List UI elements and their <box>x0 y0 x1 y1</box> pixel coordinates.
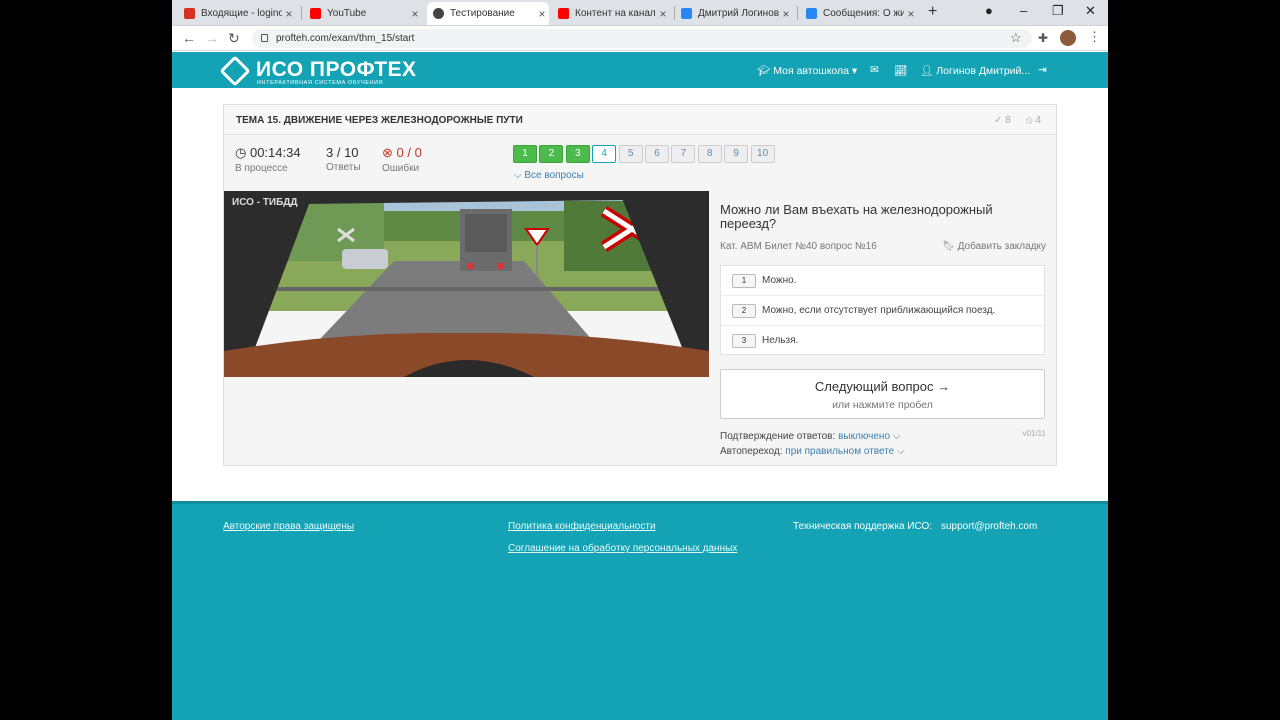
auto-advance-setting: Автопереход: при правильном ответе ⌵ <box>720 446 905 457</box>
extensions-icon[interactable]: ✚ <box>1038 31 1048 45</box>
mail-icon[interactable]: ✉ <box>870 64 879 76</box>
site-footer: Авторские права защищены Политика конфид… <box>172 501 1108 720</box>
topic-header: ТЕМА 15. ДВИЖЕНИЕ ЧЕРЕЗ ЖЕЛЕЗНОДОРОЖНЫЕ … <box>224 105 1056 135</box>
road-scene: ИСО - ТИБДД <box>224 191 709 377</box>
tab-messages[interactable]: Сообщения: О жиз × <box>800 2 918 25</box>
new-tab-button[interactable]: + <box>928 3 937 21</box>
school-menu[interactable]: 🎓︎ Моя автошкола ▾ <box>757 64 857 77</box>
question-nav-button-8[interactable]: 8 <box>697 145 722 163</box>
user-icon: 👤︎ <box>920 65 934 77</box>
browser-window: Входящие - loginov × YouTube × Тестировани… <box>172 0 1108 720</box>
gmail-icon <box>184 8 195 19</box>
vk-icon <box>681 8 692 19</box>
profteh-icon <box>433 8 444 19</box>
tab-gmail[interactable]: Входящие - loginov × <box>178 2 296 25</box>
site-header: ИСО ПРОФТЕХ ИНТЕРАКТИВНАЯ СИСТЕМА ОБУЧЕН… <box>172 52 1108 88</box>
question-nav-button-9[interactable]: 9 <box>724 145 749 163</box>
minimize-button[interactable]: – <box>1020 3 1027 18</box>
wrong-count: ⦸ 4 <box>1026 115 1041 126</box>
tab-bar: Входящие - loginov × YouTube × Тестировани… <box>172 0 1108 26</box>
version-label: v01/11 <box>1022 429 1046 438</box>
clock-icon: ◷ <box>235 145 247 160</box>
youtube-icon <box>558 8 569 19</box>
youtube-icon <box>310 8 321 19</box>
auto-advance-toggle[interactable]: при правильном ответе ⌵ <box>785 446 904 457</box>
question-nav-button-6[interactable]: 6 <box>645 145 669 163</box>
privacy-link[interactable]: Политика конфиденциальности <box>508 521 656 532</box>
address-bar: ← → ↻ profteh.com/exam/thm_15/start ☆ ✚ … <box>172 26 1108 51</box>
support-label: Техническая поддержка ИСО: <box>793 521 933 532</box>
close-icon[interactable]: × <box>904 7 918 21</box>
answer-list: 1 Можно. 2 Можно, если отсутствует приближ… <box>720 265 1045 355</box>
answers-stat: 3 / 10 Ответы <box>326 145 361 173</box>
answer-option-2[interactable]: 2 Можно, если отсутствует приближающийся … <box>721 296 1044 326</box>
question-nav-button-4[interactable]: 4 <box>592 145 617 163</box>
close-icon[interactable]: × <box>408 7 422 21</box>
question-nav-button-5[interactable]: 5 <box>618 145 643 163</box>
question-area: Можно ли Вам въехать на железнодорожный … <box>720 191 1056 465</box>
answer-option-3[interactable]: 3 Нельзя. <box>721 326 1044 356</box>
correct-count: ✓ 8 <box>994 115 1011 126</box>
question-text: Можно ли Вам въехать на железнодорожный … <box>720 202 993 231</box>
url-input[interactable]: profteh.com/exam/thm_15/start <box>252 29 1032 48</box>
close-icon[interactable]: × <box>656 7 670 21</box>
question-nav-button-3[interactable]: 3 <box>565 145 590 163</box>
agreement-link[interactable]: Соглашение на обработку персональных дан… <box>508 543 737 554</box>
topic-title: ТЕМА 15. ДВИЖЕНИЕ ЧЕРЕЗ ЖЕЛЕЗНОДОРОЖНЫЕ … <box>236 115 523 126</box>
close-icon[interactable]: × <box>282 7 296 21</box>
tab-testing[interactable]: Тестирование × <box>427 2 549 25</box>
tab-youtube[interactable]: YouTube × <box>304 2 422 25</box>
restore-button[interactable]: ❐ <box>1052 3 1064 19</box>
close-icon[interactable]: × <box>535 7 549 21</box>
timer: ◷ 00:14:34 В процессе <box>235 145 301 174</box>
copyright-link[interactable]: Авторские права защищены <box>223 521 354 532</box>
close-window-button[interactable]: ✕ <box>1085 3 1096 19</box>
user-menu[interactable]: 👤︎ Логинов Дмитрий... <box>920 64 1030 77</box>
back-button[interactable]: ← <box>182 30 196 46</box>
bookmark-icon: 🔖︎ <box>942 241 955 252</box>
confirm-answers-setting: Подтверждение ответов: выключено ⌵ <box>720 431 901 442</box>
error-icon: ⊗ <box>382 145 393 160</box>
forward-button[interactable]: → <box>205 30 219 46</box>
tab-content[interactable]: Контент на канале × <box>552 2 670 25</box>
profile-dropdown-icon[interactable]: ● <box>985 3 993 18</box>
stats-icon[interactable]: 📈︎ <box>894 64 907 77</box>
add-bookmark-button[interactable]: 🔖︎ Добавить закладку <box>942 241 1046 252</box>
close-icon[interactable]: × <box>779 7 793 21</box>
logo-mark <box>219 55 251 87</box>
confirm-answers-toggle[interactable]: выключено ⌵ <box>838 431 900 442</box>
question-nav-button-1[interactable]: 1 <box>513 145 537 163</box>
question-meta: Кат. ABM Билет №40 вопрос №16 <box>720 241 877 252</box>
all-questions-link[interactable]: ⌵ Все вопросы <box>514 170 584 181</box>
avatar[interactable] <box>1060 30 1076 46</box>
logout-icon[interactable]: ⇥ <box>1038 64 1047 76</box>
image-watermark: ИСО - ТИБДД <box>232 197 298 208</box>
tab-vk-profile[interactable]: Дмитрий Логинов × <box>675 2 793 25</box>
support-email[interactable]: support@profteh.com <box>941 521 1037 532</box>
reload-button[interactable]: ↻ <box>228 30 240 47</box>
errors-stat: ⊗ 0 / 0 Ошибки <box>382 145 422 174</box>
lock-icon <box>261 34 268 42</box>
chat-icon <box>806 8 817 19</box>
question-nav-button-10[interactable]: 10 <box>750 145 775 163</box>
question-image: ИСО - ТИБДД <box>224 191 709 377</box>
menu-icon[interactable]: ⋮ <box>1088 29 1101 45</box>
next-question-button[interactable]: Следующий вопрос → или нажмите пробел <box>720 369 1045 419</box>
answer-option-1[interactable]: 1 Можно. <box>721 266 1044 296</box>
exam-panel: ТЕМА 15. ДВИЖЕНИЕ ЧЕРЕЗ ЖЕЛЕЗНОДОРОЖНЫЕ … <box>223 104 1057 466</box>
bookmark-star-icon[interactable]: ☆ <box>1010 30 1022 46</box>
question-nav-button-7[interactable]: 7 <box>671 145 696 163</box>
question-nav-button-2[interactable]: 2 <box>539 145 564 163</box>
graduation-cap-icon: 🎓︎ <box>757 65 771 77</box>
